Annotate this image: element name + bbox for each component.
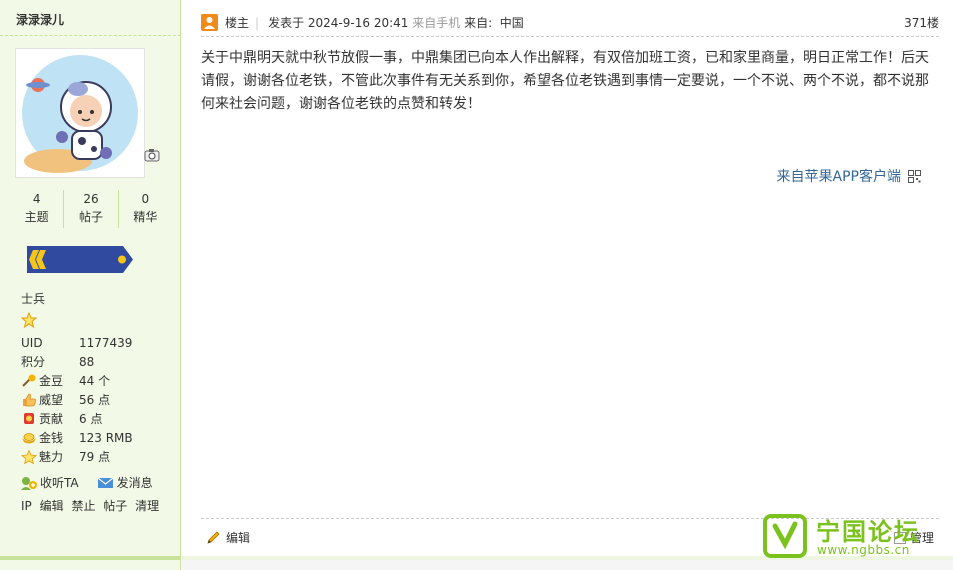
golden-bean-icon (22, 374, 36, 387)
user-sidebar: 渌渌渌儿 4 主题 26 帖子 0 精华 士兵 UID 1177439 积分 8… (0, 0, 181, 570)
send-message-label: 发消息 (116, 476, 153, 490)
app-client-link[interactable]: 来自苹果APP客户端 (777, 166, 921, 186)
stat-value: 4 (32, 192, 41, 206)
edit-label: 编辑 (226, 531, 251, 545)
info-value: 123 RMB (79, 430, 133, 445)
location: 中国 (499, 16, 524, 30)
edit-button[interactable]: 编辑 (206, 529, 250, 546)
pencil-icon (207, 530, 220, 544)
info-value: 79 点 (79, 450, 111, 464)
device-label: 来自手机 (412, 16, 461, 30)
stat-value: 0 (141, 192, 150, 206)
stat-label: 帖子 (78, 210, 103, 224)
stat-threads[interactable]: 4 主题 (10, 190, 65, 228)
info-money: 金钱 123 RMB (21, 428, 171, 447)
posted-prefix: 发表于 (268, 16, 305, 30)
info-key: 金豆 (39, 374, 64, 388)
user-info-list: UID 1177439 积分 88 金豆 44 个 威望 56 点 贡献 6 点… (21, 333, 171, 466)
thread-starter-icon (201, 14, 218, 31)
divider: | (255, 15, 260, 30)
username[interactable]: 渌渌渌儿 (16, 11, 64, 28)
info-value: 88 (79, 354, 95, 369)
app-client-label: 来自苹果APP客户端 (776, 169, 901, 185)
info-value: 44 个 (79, 374, 111, 388)
medal-icon (24, 412, 34, 424)
send-message-button[interactable]: 发消息 (97, 474, 153, 491)
qr-code-icon[interactable] (908, 169, 921, 183)
thumbs-up-icon (23, 393, 36, 406)
post-header: 楼主 | 发表于 2024-9-16 20:41 来自手机 来自: 中国 371… (201, 9, 939, 37)
gold-ingot-icon (22, 432, 36, 443)
info-key: 魅力 (39, 450, 64, 464)
info-points: 积分 88 (21, 352, 171, 371)
info-contribution: 贡献 6 点 (21, 409, 171, 428)
info-golden-beans: 金豆 44 个 (21, 371, 171, 390)
admin-link-clean[interactable]: 清理 (135, 499, 159, 513)
follow-icon (21, 476, 37, 490)
admin-links: IP 编辑 禁止 帖子 清理 (21, 497, 163, 514)
avatar[interactable] (15, 48, 145, 178)
info-key: 金钱 (39, 431, 64, 445)
sidebar-bottom-border (0, 556, 181, 560)
admin-link-ban[interactable]: 禁止 (71, 499, 95, 513)
stat-label: 主题 (24, 210, 49, 224)
watermark-url: www.ngbbs.cn (817, 543, 910, 557)
floor-number[interactable]: 371楼 (904, 14, 939, 31)
site-logo-icon (763, 514, 807, 558)
camera-icon[interactable] (144, 148, 160, 162)
stat-digest[interactable]: 0 精华 (119, 190, 172, 228)
follow-button[interactable]: 收听TA (20, 474, 79, 491)
stat-label: 精华 (133, 210, 158, 224)
info-value: 6 点 (79, 412, 103, 426)
post-content-area: 楼主 | 发表于 2024-9-16 20:41 来自手机 来自: 中国 371… (182, 0, 953, 570)
watermark-title: 宁国论坛 (816, 518, 920, 546)
admin-link-ip[interactable]: IP (21, 499, 32, 513)
info-value: 56 点 (79, 393, 111, 407)
stat-posts[interactable]: 26 帖子 (64, 190, 119, 228)
envelope-icon (97, 477, 113, 488)
rank-title: 士兵 (21, 292, 46, 306)
info-key: UID (21, 335, 43, 350)
info-charm: 魅力 79 点 (21, 447, 171, 466)
info-uid: UID 1177439 (21, 333, 171, 352)
info-prestige: 威望 56 点 (21, 390, 171, 409)
posted-time: 2024-9-16 20:41 (307, 16, 409, 30)
divider (0, 35, 181, 36)
location-prefix: 来自: (464, 16, 493, 30)
info-key: 贡献 (39, 412, 64, 426)
post-body: 关于中鼎明天就中秋节放假一事，中鼎集团已向本人作出解释，有双倍加班工资，已和家里… (201, 50, 929, 112)
user-stats: 4 主题 26 帖子 0 精华 (10, 190, 172, 228)
star-icon (21, 449, 37, 464)
thread-starter-label: 楼主 (225, 16, 250, 30)
site-watermark: 宁国论坛 www.ngbbs.cn (763, 512, 948, 562)
follow-label: 收听TA (40, 476, 79, 490)
info-key: 积分 (21, 355, 46, 369)
post-meta: 发表于 2024-9-16 20:41 来自手机 来自: 中国 (268, 14, 524, 31)
info-key: 威望 (39, 393, 64, 407)
user-actions: 收听TA 发消息 (20, 474, 153, 491)
info-value: 1177439 (79, 335, 133, 350)
stat-value: 26 (83, 192, 99, 206)
rank-badge-icon (27, 246, 133, 273)
admin-link-posts[interactable]: 帖子 (103, 499, 127, 513)
star-icon (21, 312, 37, 328)
admin-link-edit[interactable]: 编辑 (40, 499, 64, 513)
